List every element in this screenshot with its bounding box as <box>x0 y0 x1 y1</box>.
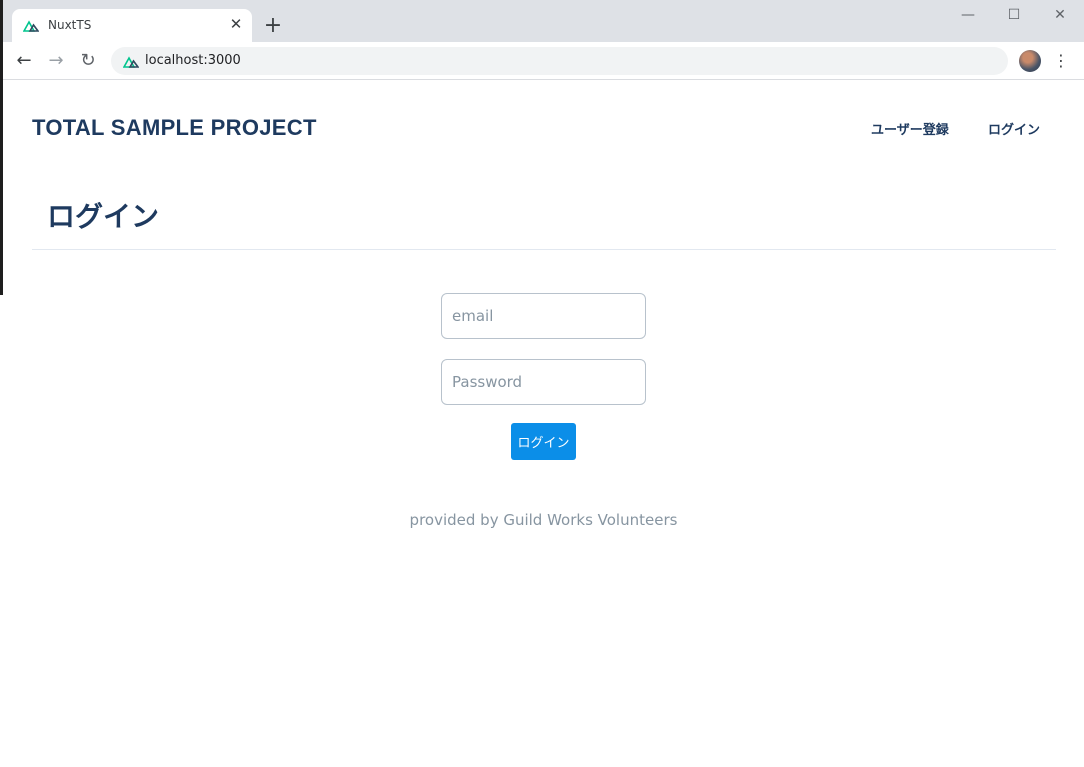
page-title: ログイン <box>47 200 160 233</box>
footer-credit: provided by Guild Works Volunteers <box>409 511 678 529</box>
arrow-left-icon[interactable]: ← <box>13 50 35 72</box>
nav-login-link[interactable]: ログイン <box>988 119 1040 138</box>
page-content: TOTAL SAMPLE PROJECT ユーザー登録 ログイン ログイン ログ… <box>3 81 1084 767</box>
window-close-button[interactable]: ✕ <box>1037 4 1083 26</box>
brand-title[interactable]: TOTAL SAMPLE PROJECT <box>32 115 317 141</box>
url-text[interactable]: localhost:3000 <box>145 53 241 68</box>
password-field[interactable] <box>441 359 646 405</box>
address-bar[interactable]: localhost:3000 <box>111 47 1008 75</box>
nuxt-logo-icon <box>23 20 39 32</box>
reload-icon[interactable]: ↻ <box>77 50 99 72</box>
browser-toolbar: ← → ↻ localhost:3000 ⋮ <box>3 42 1084 80</box>
profile-avatar[interactable] <box>1019 50 1041 72</box>
email-field[interactable] <box>441 293 646 339</box>
divider <box>32 249 1056 250</box>
more-vertical-icon[interactable]: ⋮ <box>1053 50 1069 72</box>
arrow-right-icon[interactable]: → <box>45 50 67 72</box>
tab-title: NuxtTS <box>48 18 92 32</box>
new-tab-button[interactable]: + <box>263 15 283 37</box>
minimize-button[interactable]: — <box>945 4 991 26</box>
browser-tab[interactable]: NuxtTS ✕ <box>12 9 252 42</box>
login-button[interactable]: ログイン <box>511 423 576 460</box>
close-icon[interactable]: ✕ <box>228 16 244 32</box>
browser-tab-strip: NuxtTS ✕ + — ☐ ✕ <box>3 0 1084 42</box>
nav-register-link[interactable]: ユーザー登録 <box>871 119 949 138</box>
maximize-button[interactable]: ☐ <box>991 4 1037 26</box>
nuxt-logo-icon <box>123 56 139 68</box>
